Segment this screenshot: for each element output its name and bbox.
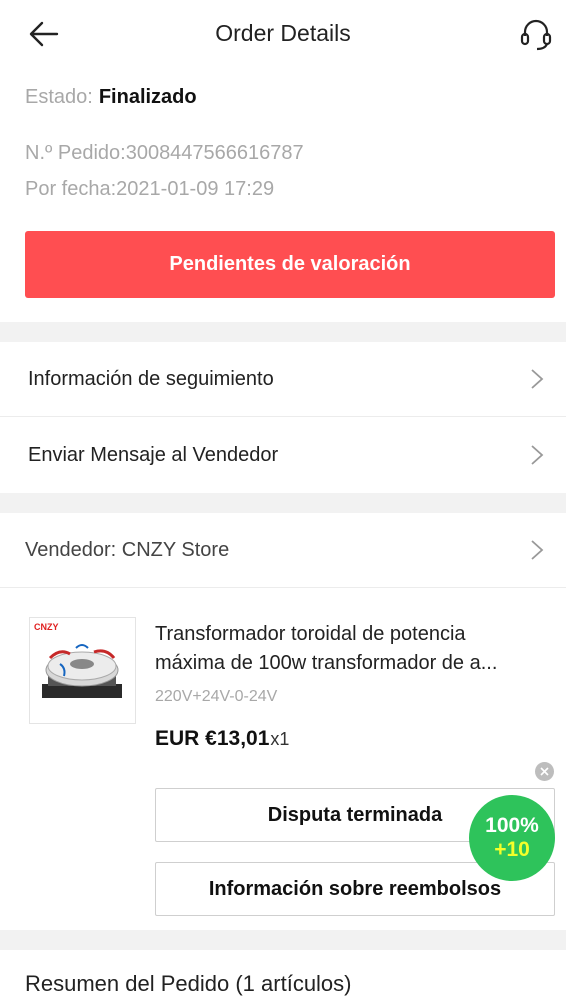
close-badge-button[interactable]: [535, 762, 554, 781]
pending-review-button[interactable]: Pendientes de valoración: [25, 231, 555, 298]
product-variant: 220V+24V-0-24V: [155, 688, 278, 705]
section-separator: [0, 493, 566, 513]
page-title: Order Details: [215, 20, 351, 46]
reward-badge[interactable]: 100% +10: [469, 795, 555, 881]
close-icon: [540, 767, 549, 776]
price-amount: EUR €13,01: [155, 727, 270, 750]
badge-points: +10: [494, 838, 530, 861]
product-image[interactable]: CNZY: [29, 617, 136, 724]
status-label: Estado:: [25, 86, 93, 108]
product-price: EUR €13,01x1: [155, 727, 289, 751]
status-value: Finalizado: [98, 86, 197, 108]
transformer-illustration: CNZY: [34, 622, 122, 698]
product-title[interactable]: Transformador toroidal de potencia máxim…: [155, 620, 550, 678]
chevron-right-icon: [531, 369, 544, 389]
tracking-info-label: Información de seguimiento: [28, 367, 274, 390]
seller-row[interactable]: Vendedor: CNZY Store: [0, 513, 566, 587]
tracking-info-row[interactable]: Información de seguimiento: [0, 342, 566, 416]
section-separator: [0, 322, 566, 342]
order-date: Por fecha:2021-01-09 17:29: [25, 178, 275, 200]
headset-icon: [520, 19, 552, 51]
app-header: Order Details: [0, 0, 566, 68]
order-summary-title: Resumen del Pedido (1 artículos): [25, 971, 352, 996]
seller-label: Vendedor: CNZY Store: [25, 538, 230, 561]
chevron-right-icon: [531, 445, 544, 465]
product-title-line2: máxima de 100w transformador de a...: [155, 652, 498, 674]
support-button[interactable]: [518, 16, 554, 52]
badge-percent: 100%: [485, 814, 539, 837]
message-seller-label: Enviar Mensaje al Vendedor: [28, 443, 279, 466]
order-number: N.º Pedido:3008447566616787: [25, 142, 304, 164]
message-seller-row[interactable]: Enviar Mensaje al Vendedor: [0, 417, 566, 493]
chevron-right-icon: [531, 540, 544, 560]
product-quantity: x1: [270, 729, 290, 749]
row-divider: [0, 587, 566, 588]
order-status: Estado: Finalizado: [25, 86, 197, 109]
brand-logo: CNZY: [34, 622, 59, 632]
product-title-line1: Transformador toroidal de potencia: [155, 623, 466, 645]
section-separator: [0, 930, 566, 950]
